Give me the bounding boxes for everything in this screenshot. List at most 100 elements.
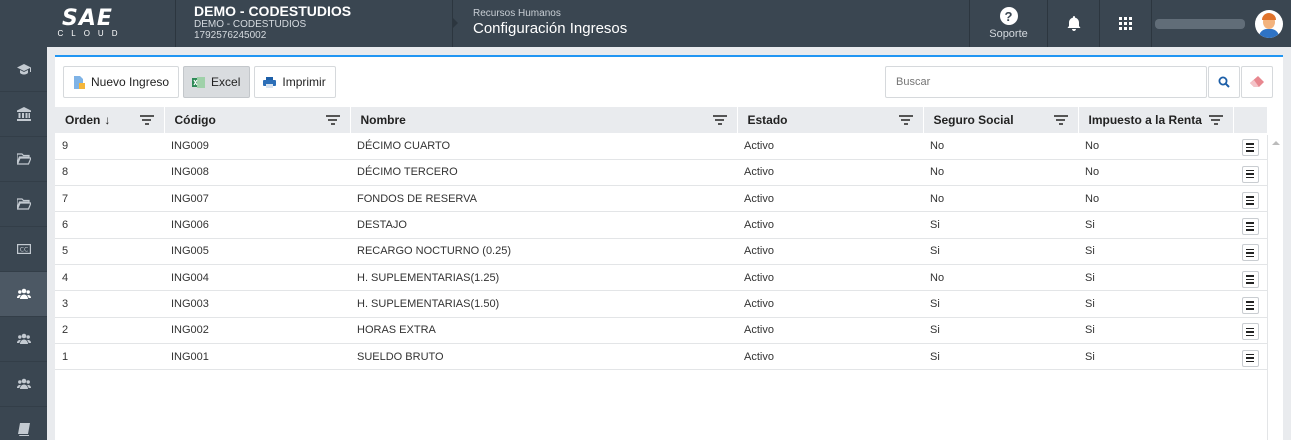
scroll-up-icon[interactable]: [1272, 141, 1280, 145]
cell-options: [1233, 264, 1267, 292]
table-row[interactable]: 1 ING001 SUELDO BRUTO Activo Si Si: [55, 343, 1267, 371]
cell-options: [1233, 290, 1267, 318]
row-menu-button[interactable]: [1241, 218, 1259, 236]
row-menu-button[interactable]: [1241, 270, 1259, 288]
cell-social-security: Si: [923, 317, 1078, 344]
search-button[interactable]: [1208, 66, 1240, 98]
cell-status: Activo: [737, 290, 923, 318]
cell-code: ING004: [164, 264, 350, 292]
cell-social-security: No: [923, 159, 1078, 187]
cell-options: [1233, 211, 1267, 239]
cell-income-tax: Si: [1078, 343, 1233, 371]
table-row[interactable]: 7 ING007 FONDOS DE RESERVA Activo No No: [55, 185, 1267, 213]
bell-icon: [1067, 16, 1080, 31]
column-header-social-security[interactable]: Seguro Social: [923, 107, 1079, 133]
breadcrumb-arrow-icon: [453, 18, 458, 28]
cell-name: DÉCIMO CUARTO: [350, 133, 737, 160]
table-row[interactable]: 4 ING004 H. SUPLEMENTARIAS(1.25) Activo No Si: [55, 264, 1267, 292]
sidebar-item-book[interactable]: [0, 407, 47, 440]
row-menu-button[interactable]: [1241, 165, 1259, 183]
company-subname: DEMO - CODESTUDIOS: [194, 19, 307, 30]
table-row[interactable]: 6 ING006 DESTAJO Activo Si Si: [55, 211, 1267, 239]
excel-button[interactable]: Excel: [183, 66, 251, 98]
column-header-name[interactable]: Nombre: [350, 107, 738, 133]
sidebar-item-users-3[interactable]: [0, 362, 47, 407]
row-menu-button[interactable]: [1241, 323, 1259, 341]
cell-name: RECARGO NOCTURNO (0.25): [350, 238, 737, 265]
cell-income-tax: Si: [1078, 317, 1233, 344]
support-button[interactable]: ? Soporte: [969, 0, 1047, 47]
clear-search-button[interactable]: [1241, 66, 1273, 98]
cell-income-tax: No: [1078, 185, 1233, 213]
row-menu-button[interactable]: [1241, 139, 1259, 157]
cell-code: ING009: [164, 133, 350, 160]
cell-order: 8: [55, 159, 164, 187]
cell-name: SUELDO BRUTO: [350, 343, 737, 371]
table-row[interactable]: 2 ING002 HORAS EXTRA Activo Si Si: [55, 317, 1267, 344]
filter-icon[interactable]: [1053, 115, 1068, 125]
sidebar: CC: [0, 47, 47, 440]
cell-code: ING006: [164, 211, 350, 239]
cell-social-security: No: [923, 133, 1078, 160]
filter-icon[interactable]: [712, 115, 727, 125]
cell-status: Activo: [737, 343, 923, 371]
print-button[interactable]: Imprimir: [254, 66, 336, 98]
cell-status: Activo: [737, 238, 923, 265]
table-row[interactable]: 8 ING008 DÉCIMO TERCERO Activo No No: [55, 159, 1267, 187]
column-header-order[interactable]: Orden ↓: [55, 107, 165, 133]
cell-code: ING001: [164, 343, 350, 371]
grid-icon: [1119, 17, 1132, 30]
sidebar-item-folder-2[interactable]: [0, 182, 47, 227]
help-icon: ?: [999, 7, 1018, 25]
sidebar-item-bank[interactable]: [0, 92, 47, 137]
sidebar-item-cc[interactable]: CC: [0, 227, 47, 272]
apps-grid-button[interactable]: [1099, 0, 1151, 47]
row-menu-button[interactable]: [1241, 244, 1259, 262]
table-row[interactable]: 5 ING005 RECARGO NOCTURNO (0.25) Activo Si Si: [55, 238, 1267, 265]
sidebar-item-folder-1[interactable]: [0, 137, 47, 182]
print-label: Imprimir: [282, 75, 326, 89]
avatar: [1255, 9, 1283, 38]
row-menu-button[interactable]: [1241, 297, 1259, 315]
cell-options: [1233, 317, 1267, 344]
cell-options: [1233, 343, 1267, 371]
cell-status: Activo: [737, 317, 923, 344]
cell-status: Activo: [737, 159, 923, 187]
row-menu-button[interactable]: [1241, 191, 1259, 209]
printer-icon: [263, 76, 277, 88]
cell-income-tax: No: [1078, 133, 1233, 160]
new-income-button[interactable]: Nuevo Ingreso: [63, 66, 180, 98]
search-input[interactable]: [885, 66, 1207, 98]
sidebar-item-education[interactable]: [0, 47, 47, 92]
column-header-code[interactable]: Código: [164, 107, 351, 133]
svg-text:CC: CC: [19, 247, 27, 254]
cell-order: 9: [55, 133, 164, 160]
cell-order: 2: [55, 317, 164, 344]
sidebar-item-users-2[interactable]: [0, 317, 47, 362]
vertical-scrollbar[interactable]: [1267, 135, 1283, 440]
table-row[interactable]: 9 ING009 DÉCIMO CUARTO Activo No No: [55, 133, 1267, 160]
cell-income-tax: Si: [1078, 238, 1233, 265]
cell-income-tax: No: [1078, 159, 1233, 187]
company-info[interactable]: DEMO - CODESTUDIOS DEMO - CODESTUDIOS 17…: [176, 0, 453, 47]
cell-code: ING005: [164, 238, 350, 265]
column-header-income-tax[interactable]: Impuesto a la Renta: [1078, 107, 1234, 133]
cell-name: H. SUPLEMENTARIAS(1.50): [350, 290, 737, 318]
cell-status: Activo: [737, 264, 923, 292]
user-menu[interactable]: [1151, 0, 1291, 47]
filter-icon[interactable]: [325, 115, 340, 125]
filter-icon[interactable]: [1208, 115, 1223, 125]
sae-logo[interactable]: SAE CLOUD: [0, 0, 176, 47]
column-header-status[interactable]: Estado: [737, 107, 924, 133]
cell-status: Activo: [737, 211, 923, 239]
row-menu-button[interactable]: [1241, 349, 1259, 367]
cell-social-security: Si: [923, 238, 1078, 265]
table-row[interactable]: 3 ING003 H. SUPLEMENTARIAS(1.50) Activo Si Si: [55, 290, 1267, 318]
column-header-options: [1233, 107, 1268, 133]
cell-order: 3: [55, 290, 164, 318]
page-title: Configuración Ingresos: [473, 20, 628, 37]
filter-icon[interactable]: [139, 115, 154, 125]
sidebar-item-human-resources[interactable]: [0, 272, 47, 317]
filter-icon[interactable]: [898, 115, 913, 125]
notifications-button[interactable]: [1047, 0, 1099, 47]
